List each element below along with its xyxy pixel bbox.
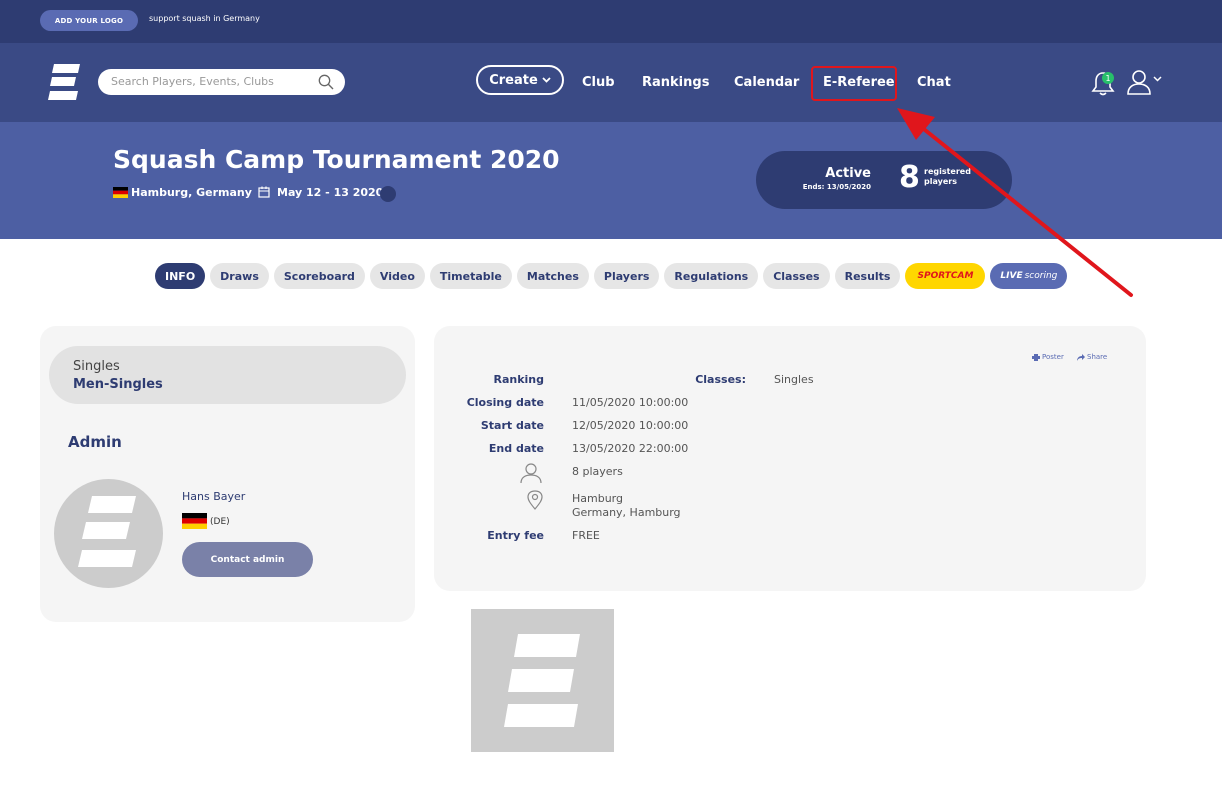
create-dropdown-button[interactable]: Create <box>476 65 564 95</box>
event-hero: Squash Camp Tournament 2020 Hamburg, Ger… <box>0 122 1222 239</box>
end-date-value: 13/05/2020 22:00:00 <box>572 442 689 455</box>
tab-draws[interactable]: Draws <box>210 263 269 289</box>
nav-rankings[interactable]: Rankings <box>642 75 709 90</box>
entry-fee-value: FREE <box>572 529 600 542</box>
tab-live-scoring[interactable]: LIVE scoring <box>990 263 1068 289</box>
class-name: Men-Singles <box>73 377 163 392</box>
class-admin-card: Singles Men-Singles Admin Hans Bayer (DE… <box>40 326 415 622</box>
event-tabs: INFO Draws Scoreboard Video Timetable Ma… <box>155 263 1068 289</box>
nav-club[interactable]: Club <box>582 75 615 90</box>
page: ADD YOUR LOGO support squash in Germany … <box>0 0 1222 785</box>
classes-value: Singles <box>774 373 814 386</box>
search-placeholder: Search Players, Events, Clubs <box>111 75 274 88</box>
tab-info[interactable]: INFO <box>155 263 206 289</box>
nav-chat[interactable]: Chat <box>917 75 951 90</box>
tab-video[interactable]: Video <box>369 263 425 289</box>
admin-country-code: (DE) <box>210 517 230 527</box>
nav-calendar[interactable]: Calendar <box>734 75 799 90</box>
location-line-2: Germany, Hamburg <box>572 506 681 519</box>
admin-name: Hans Bayer <box>182 490 246 503</box>
squash-ball-icon <box>380 186 396 202</box>
tab-classes[interactable]: Classes <box>763 263 830 289</box>
class-type: Singles <box>73 359 120 374</box>
e-referee-highlight-box <box>811 66 897 101</box>
top-strip: ADD YOUR LOGO support squash in Germany <box>0 0 1222 43</box>
tab-sportcam[interactable]: SPORTCAM <box>905 263 986 289</box>
user-icon[interactable] <box>1126 69 1152 95</box>
closing-date-value: 11/05/2020 10:00:00 <box>572 396 689 409</box>
brand-placeholder-icon <box>504 634 580 727</box>
entry-fee-label: Entry fee <box>487 529 544 542</box>
avatar <box>54 479 163 588</box>
status-label: Active <box>825 166 871 181</box>
players-count-value: 8 players <box>572 465 623 478</box>
germany-flag-icon <box>182 513 207 529</box>
event-dates: May 12 - 13 2020 <box>277 186 384 199</box>
search-input[interactable]: Search Players, Events, Clubs <box>98 69 345 95</box>
user-menu-chevron-icon[interactable] <box>1153 76 1162 82</box>
class-selector[interactable]: Singles Men-Singles <box>49 346 406 404</box>
status-ends: Ends: 13/05/2020 <box>802 183 871 191</box>
chevron-down-icon <box>542 77 551 83</box>
share-icon <box>1077 353 1085 361</box>
players-icon <box>520 463 542 484</box>
start-date-label: Start date <box>480 419 544 432</box>
contact-admin-button[interactable]: Contact admin <box>182 542 313 577</box>
brand-placeholder-icon <box>78 496 136 567</box>
ranking-label: Ranking <box>493 373 544 386</box>
germany-flag-icon <box>113 187 128 198</box>
start-date-value: 12/05/2020 10:00:00 <box>572 419 689 432</box>
tab-results[interactable]: Results <box>834 263 901 289</box>
create-label: Create <box>489 72 538 88</box>
location-line-1: Hamburg <box>572 492 623 505</box>
add-logo-button[interactable]: ADD YOUR LOGO <box>40 10 138 31</box>
event-details-card: Poster Share Ranking Closing date 11/05/… <box>434 326 1146 591</box>
end-date-label: End date <box>488 442 544 455</box>
event-status-pill: Active Ends: 13/05/2020 8 registered pla… <box>756 151 1012 209</box>
registered-count: 8 <box>899 160 920 195</box>
event-image-placeholder <box>471 609 614 752</box>
admin-heading: Admin <box>68 433 122 451</box>
registered-label: registered players <box>924 167 971 186</box>
classes-label: Classes: <box>695 373 746 386</box>
event-location: Hamburg, Germany <box>131 186 252 199</box>
poster-label: Poster <box>1042 353 1064 361</box>
event-title: Squash Camp Tournament 2020 <box>113 145 560 174</box>
tab-scoreboard[interactable]: Scoreboard <box>273 263 365 289</box>
tab-matches[interactable]: Matches <box>516 263 589 289</box>
brand-logo-icon[interactable] <box>48 64 80 100</box>
notification-badge: 1 <box>1102 72 1114 84</box>
calendar-icon <box>258 186 270 198</box>
main-nav: Search Players, Events, Clubs Create Clu… <box>0 43 1222 122</box>
tab-players[interactable]: Players <box>593 263 660 289</box>
location-pin-icon <box>527 490 543 510</box>
closing-date-label: Closing date <box>466 396 544 409</box>
share-label: Share <box>1087 353 1108 361</box>
printer-icon <box>1032 353 1040 361</box>
tab-timetable[interactable]: Timetable <box>429 263 512 289</box>
tab-regulations[interactable]: Regulations <box>664 263 759 289</box>
search-icon[interactable] <box>318 74 334 90</box>
poster-link[interactable]: Poster <box>1032 353 1064 361</box>
share-link[interactable]: Share <box>1077 353 1107 361</box>
tagline: support squash in Germany <box>149 14 260 23</box>
